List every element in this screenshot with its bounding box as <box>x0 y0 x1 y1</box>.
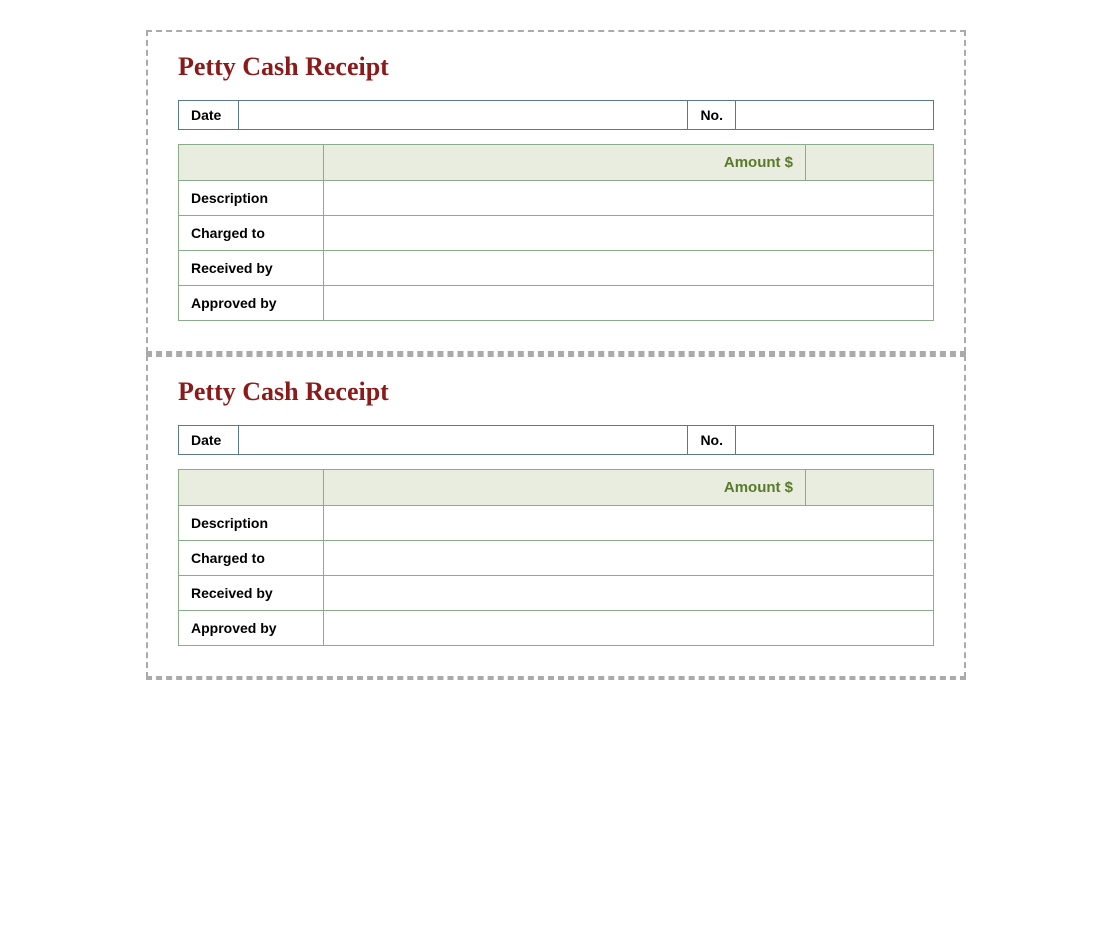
receipt-1-received-by-label: Received by <box>179 251 324 286</box>
receipt-2-description-label: Description <box>179 506 324 541</box>
receipt-1-title: Petty Cash Receipt <box>178 52 934 82</box>
receipt-1-date-label: Date <box>179 101 239 129</box>
receipt-2-table: Amount $ Description Charged to Received… <box>178 469 934 646</box>
receipt-1-charged-to-label: Charged to <box>179 216 324 251</box>
table-row: Description <box>179 181 934 216</box>
table-row: Received by <box>179 251 934 286</box>
receipt-2-header-row: Amount $ <box>179 470 934 506</box>
table-row: Approved by <box>179 611 934 646</box>
receipt-1-no-label: No. <box>687 101 736 129</box>
receipt-2-description-value <box>324 506 934 541</box>
receipt-1-header-col3 <box>806 145 934 181</box>
receipt-1-received-by-value <box>324 251 934 286</box>
receipt-2: Petty Cash Receipt Date No. Amount $ Des… <box>146 355 966 678</box>
receipt-1-no-input[interactable] <box>736 101 933 129</box>
receipt-2-date-label: Date <box>179 426 239 454</box>
receipt-1-approved-by-value <box>324 286 934 321</box>
receipt-2-title: Petty Cash Receipt <box>178 377 934 407</box>
receipt-2-received-by-label: Received by <box>179 576 324 611</box>
table-row: Received by <box>179 576 934 611</box>
page-container: Petty Cash Receipt Date No. Amount $ Des… <box>20 20 1092 905</box>
receipt-2-no-label: No. <box>687 426 736 454</box>
receipt-1-date-input[interactable] <box>239 101 687 129</box>
receipt-1-header-amount: Amount $ <box>324 145 806 181</box>
receipt-1-header-col1 <box>179 145 324 181</box>
receipt-2-received-by-value <box>324 576 934 611</box>
divider-2 <box>146 678 966 680</box>
receipt-2-charged-to-label: Charged to <box>179 541 324 576</box>
receipt-1-approved-by-label: Approved by <box>179 286 324 321</box>
receipt-1-header-row: Amount $ <box>179 145 934 181</box>
receipt-1-description-label: Description <box>179 181 324 216</box>
receipt-2-approved-by-label: Approved by <box>179 611 324 646</box>
receipt-2-header-amount: Amount $ <box>324 470 806 506</box>
table-row: Description <box>179 506 934 541</box>
table-row: Approved by <box>179 286 934 321</box>
table-row: Charged to <box>179 216 934 251</box>
receipt-1-table: Amount $ Description Charged to Received… <box>178 144 934 321</box>
receipt-2-charged-to-value <box>324 541 934 576</box>
receipt-2-header-col1 <box>179 470 324 506</box>
receipt-1-date-row: Date No. <box>178 100 934 130</box>
receipt-2-date-row: Date No. <box>178 425 934 455</box>
receipt-1-description-value <box>324 181 934 216</box>
receipt-2-approved-by-value <box>324 611 934 646</box>
receipt-2-header-col3 <box>806 470 934 506</box>
receipt-2-no-input[interactable] <box>736 426 933 454</box>
receipt-2-date-input[interactable] <box>239 426 687 454</box>
table-row: Charged to <box>179 541 934 576</box>
receipt-1-charged-to-value <box>324 216 934 251</box>
receipt-1: Petty Cash Receipt Date No. Amount $ Des… <box>146 30 966 353</box>
